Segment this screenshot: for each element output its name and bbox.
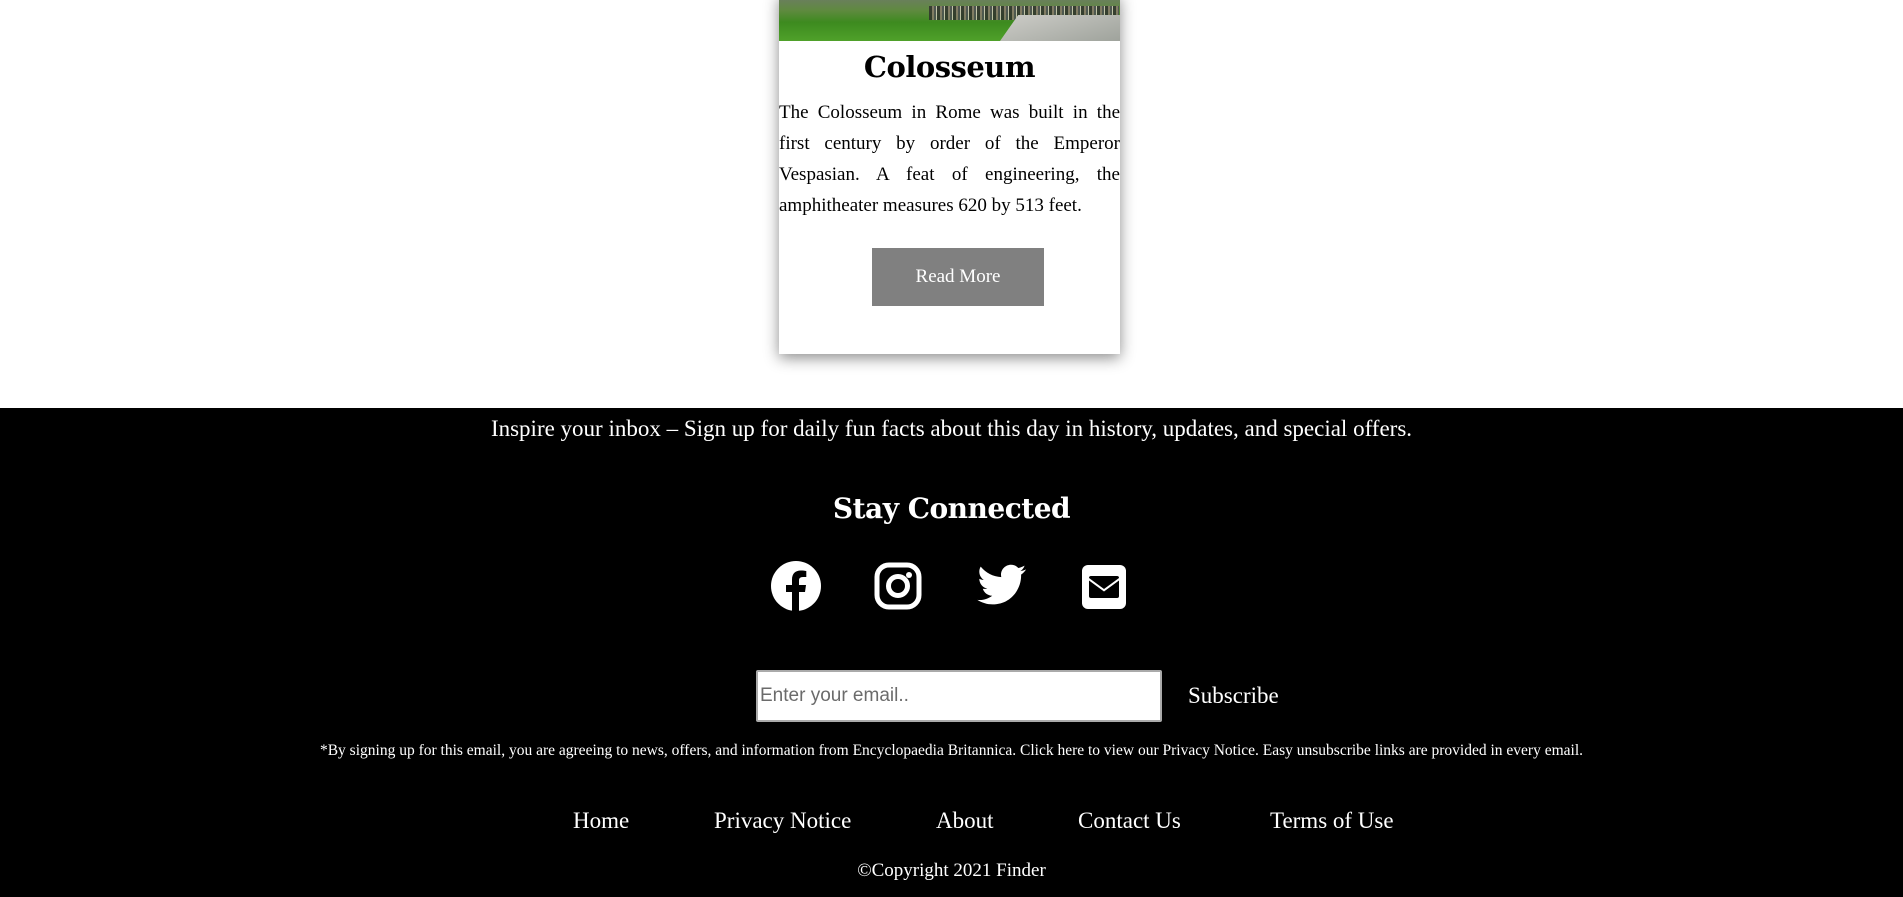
colosseum-image [779,0,1120,41]
instagram-icon [874,562,922,610]
social-links [0,560,1903,616]
signup-disclaimer: *By signing up for this email, you are a… [319,742,1584,759]
email-link[interactable] [1080,563,1132,615]
footer: Inspire your inbox – Sign up for daily f… [0,408,1903,897]
image-path [1000,15,1120,41]
twitter-link[interactable] [976,560,1028,612]
nav-contact-us[interactable]: Contact Us [1078,808,1181,834]
card-title: Colosseum [863,50,1036,84]
colosseum-card: Colosseum The Colosseum in Rome was buil… [779,0,1120,354]
subscribe-button[interactable]: Subscribe [1188,683,1279,709]
instagram-link[interactable] [874,562,926,614]
facebook-icon [771,561,821,612]
card-description: The Colosseum in Rome was built in the f… [779,102,1120,216]
email-input[interactable] [756,670,1162,722]
nav-about[interactable]: About [936,808,994,834]
envelope-icon [1082,565,1126,609]
page: Colosseum The Colosseum in Rome was buil… [0,0,1903,897]
nav-privacy-notice[interactable]: Privacy Notice [714,808,851,834]
facebook-link[interactable] [770,560,822,612]
stay-connected-heading: Stay Connected [832,492,1071,525]
nav-home[interactable]: Home [573,808,629,834]
footer-nav: Home Privacy Notice About Contact Us Ter… [0,808,1903,838]
nav-terms-of-use[interactable]: Terms of Use [1270,808,1394,834]
copyright: ©Copyright 2021 Finder [857,860,1046,881]
twitter-icon [977,564,1027,605]
newsletter-promo: Inspire your inbox – Sign up for daily f… [490,416,1413,441]
read-more-button[interactable]: Read More [872,248,1044,306]
